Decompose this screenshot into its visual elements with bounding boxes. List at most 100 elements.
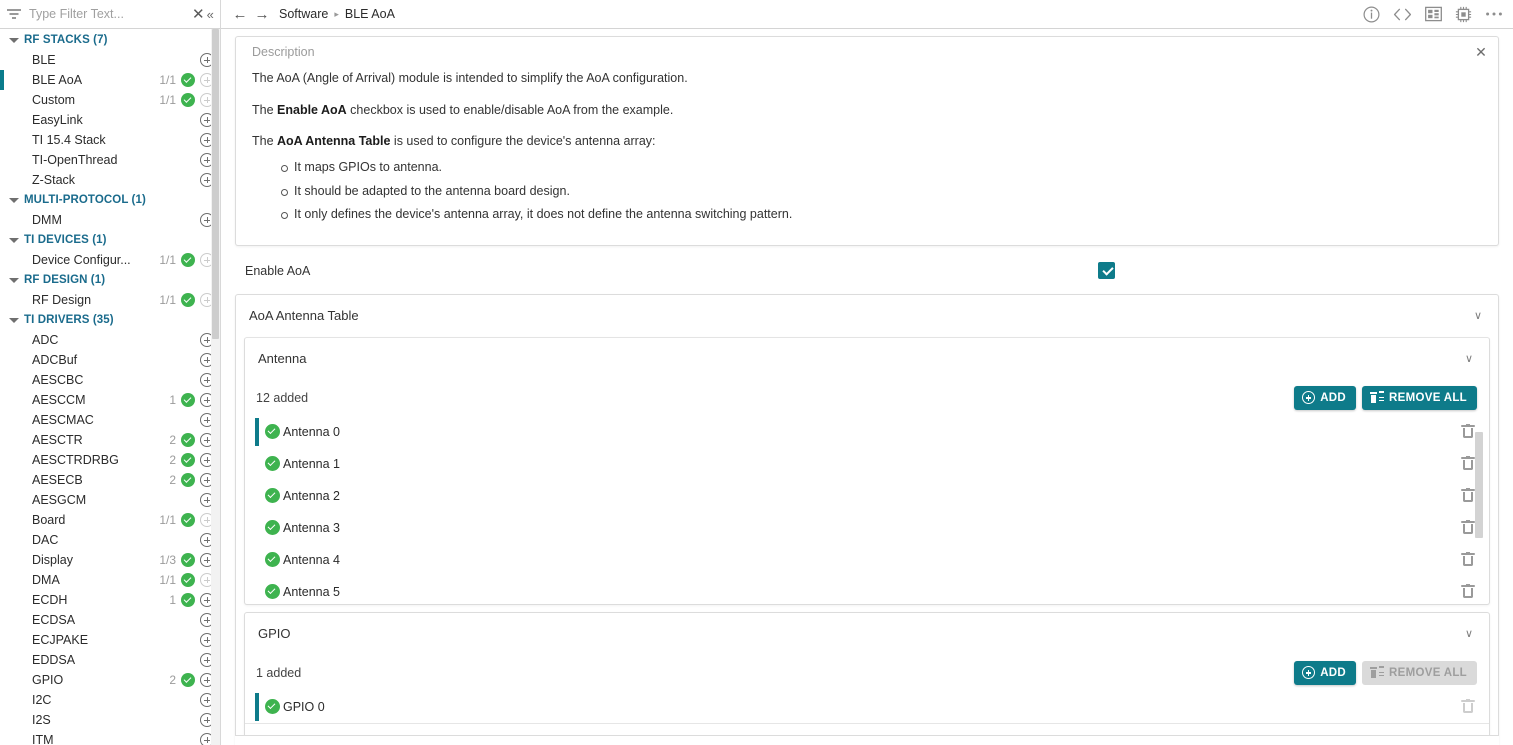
list-item[interactable]: Antenna 3 — [245, 512, 1489, 544]
sidebar-item-gpio[interactable]: GPIO2 — [0, 670, 220, 690]
layout-icon[interactable] — [1425, 6, 1442, 22]
sidebar-item-count: 1/3 — [159, 553, 176, 567]
delete-icon[interactable] — [1461, 456, 1475, 471]
sidebar-item-label: ITM — [32, 733, 176, 745]
status-check-icon — [265, 699, 280, 714]
gpio-section-header[interactable]: GPIO ∨ — [245, 613, 1489, 655]
sidebar-item-aescmac[interactable]: AESCMAC — [0, 410, 220, 430]
back-arrow-icon[interactable]: ← — [229, 3, 251, 25]
sidebar-item-aesecb[interactable]: AESECB2 — [0, 470, 220, 490]
filter-icon[interactable] — [5, 6, 23, 22]
caret-down-icon[interactable] — [8, 234, 20, 246]
sidebar-scrollbar-thumb[interactable] — [212, 29, 219, 339]
sidebar-item-dma[interactable]: DMA1/1 — [0, 570, 220, 590]
caret-down-icon[interactable] — [8, 314, 20, 326]
list-item[interactable]: Antenna 0 — [245, 416, 1489, 448]
sidebar-item-z-stack[interactable]: Z-Stack — [0, 170, 220, 190]
antenna-list-scrollbar-thumb[interactable] — [1475, 432, 1483, 538]
more-icon[interactable] — [1485, 11, 1503, 17]
info-icon[interactable] — [1363, 6, 1380, 23]
status-check-icon — [181, 473, 195, 487]
sidebar-item-display[interactable]: Display1/3 — [0, 550, 220, 570]
description-paragraph-2: The Enable AoA checkbox is used to enabl… — [252, 103, 1482, 119]
list-item[interactable]: Antenna 4 — [245, 544, 1489, 576]
chip-icon[interactable] — [1455, 6, 1472, 23]
status-placeholder — [181, 533, 195, 547]
code-icon[interactable] — [1393, 7, 1412, 22]
tree-group-header[interactable]: MULTI-PROTOCOL (1) — [0, 190, 220, 210]
sidebar-item-aesctrdrbg[interactable]: AESCTRDRBG2 — [0, 450, 220, 470]
enable-aoa-row: Enable AoA — [235, 254, 1499, 288]
forward-arrow-icon[interactable]: → — [251, 3, 273, 25]
sidebar-item-adcbuf[interactable]: ADCBuf — [0, 350, 220, 370]
antenna-toolbar: 12 added ADD REMOVE ALL — [245, 380, 1489, 416]
sidebar-item-dmm[interactable]: DMM — [0, 210, 220, 230]
sidebar-item-count: 1/1 — [159, 73, 176, 87]
sidebar-item-device-configur[interactable]: Device Configur...1/1 — [0, 250, 220, 270]
sidebar-item-ti-openthread[interactable]: TI-OpenThread — [0, 150, 220, 170]
sidebar-item-count: 1 — [169, 393, 176, 407]
tree-group-header[interactable]: TI DEVICES (1) — [0, 230, 220, 250]
sidebar-item-aesctr[interactable]: AESCTR2 — [0, 430, 220, 450]
delete-icon[interactable] — [1461, 584, 1475, 599]
sidebar-item-i2c[interactable]: I2C — [0, 690, 220, 710]
sidebar-item-aescbc[interactable]: AESCBC — [0, 370, 220, 390]
antenna-add-button[interactable]: ADD — [1294, 386, 1356, 410]
tree-group-label: TI DEVICES (1) — [24, 234, 107, 246]
chevron-down-icon[interactable]: ∨ — [1465, 352, 1473, 365]
tree-group-header[interactable]: RF STACKS (7) — [0, 30, 220, 50]
sidebar-item-ti-15-4-stack[interactable]: TI 15.4 Stack — [0, 130, 220, 150]
antenna-remove-all-button[interactable]: REMOVE ALL — [1362, 386, 1477, 410]
sidebar-item-custom[interactable]: Custom1/1 — [0, 90, 220, 110]
breadcrumb-root[interactable]: Software — [279, 7, 328, 21]
gpio-list: GPIO 0 — [245, 691, 1489, 723]
sidebar-item-easylink[interactable]: EasyLink — [0, 110, 220, 130]
antenna-section-header[interactable]: Antenna ∨ — [245, 338, 1489, 380]
chevron-down-icon[interactable]: ∨ — [1474, 309, 1482, 322]
list-item[interactable]: GPIO 0 — [245, 691, 1489, 723]
chevron-down-icon[interactable]: ∨ — [1465, 627, 1473, 640]
sidebar-item-itm[interactable]: ITM — [0, 730, 220, 745]
sidebar-item-dac[interactable]: DAC — [0, 530, 220, 550]
search-input[interactable] — [27, 7, 192, 21]
delete-icon[interactable] — [1461, 488, 1475, 503]
caret-down-icon[interactable] — [8, 194, 20, 206]
delete-icon[interactable] — [1461, 424, 1475, 439]
sidebar-scrollbar[interactable] — [211, 29, 220, 745]
sidebar-item-label: TI 15.4 Stack — [32, 133, 176, 147]
sidebar-item-ecdh[interactable]: ECDH1 — [0, 590, 220, 610]
sidebar-item-rf-design[interactable]: RF Design1/1 — [0, 290, 220, 310]
sidebar-item-label: Z-Stack — [32, 173, 176, 187]
caret-down-icon[interactable] — [8, 34, 20, 46]
list-item[interactable]: Antenna 1 — [245, 448, 1489, 480]
status-check-icon — [265, 424, 280, 439]
tree-group-header[interactable]: RF DESIGN (1) — [0, 270, 220, 290]
sidebar-item-ble[interactable]: BLE — [0, 50, 220, 70]
sidebar-item-ecdsa[interactable]: ECDSA — [0, 610, 220, 630]
tree-group-label: RF STACKS (7) — [24, 34, 108, 46]
collapse-sidebar-icon[interactable]: « — [205, 3, 216, 25]
sidebar-item-ble-aoa[interactable]: BLE AoA1/1 — [0, 70, 220, 90]
caret-down-icon[interactable] — [8, 274, 20, 286]
sidebar-item-ecjpake[interactable]: ECJPAKE — [0, 630, 220, 650]
list-item[interactable]: Antenna 5 — [245, 576, 1489, 604]
gpio-add-button[interactable]: ADD — [1294, 661, 1356, 685]
list-item[interactable]: Antenna 2 — [245, 480, 1489, 512]
tree-group-header[interactable]: TI DRIVERS (35) — [0, 310, 220, 330]
sidebar-item-aesccm[interactable]: AESCCM1 — [0, 390, 220, 410]
sidebar-item-i2s[interactable]: I2S — [0, 710, 220, 730]
enable-aoa-checkbox[interactable] — [1098, 262, 1115, 279]
toolbar-icons — [1363, 6, 1503, 23]
sidebar-item-aesgcm[interactable]: AESGCM — [0, 490, 220, 510]
clear-filter-icon[interactable]: ✕ — [192, 3, 205, 25]
aoa-antenna-table-header[interactable]: AoA Antenna Table ∨ — [236, 295, 1498, 337]
sidebar-item-eddsa[interactable]: EDDSA — [0, 650, 220, 670]
delete-icon[interactable] — [1461, 520, 1475, 535]
close-icon[interactable]: ✕ — [1473, 44, 1489, 60]
delete-icon[interactable] — [1461, 552, 1475, 567]
sidebar-item-label: DMA — [32, 573, 159, 587]
gpio-buttons: ADD REMOVE ALL — [1294, 661, 1477, 685]
sidebar-item-board[interactable]: Board1/1 — [0, 510, 220, 530]
sidebar-item-adc[interactable]: ADC — [0, 330, 220, 350]
antenna-list-scrollbar[interactable] — [1478, 418, 1486, 602]
